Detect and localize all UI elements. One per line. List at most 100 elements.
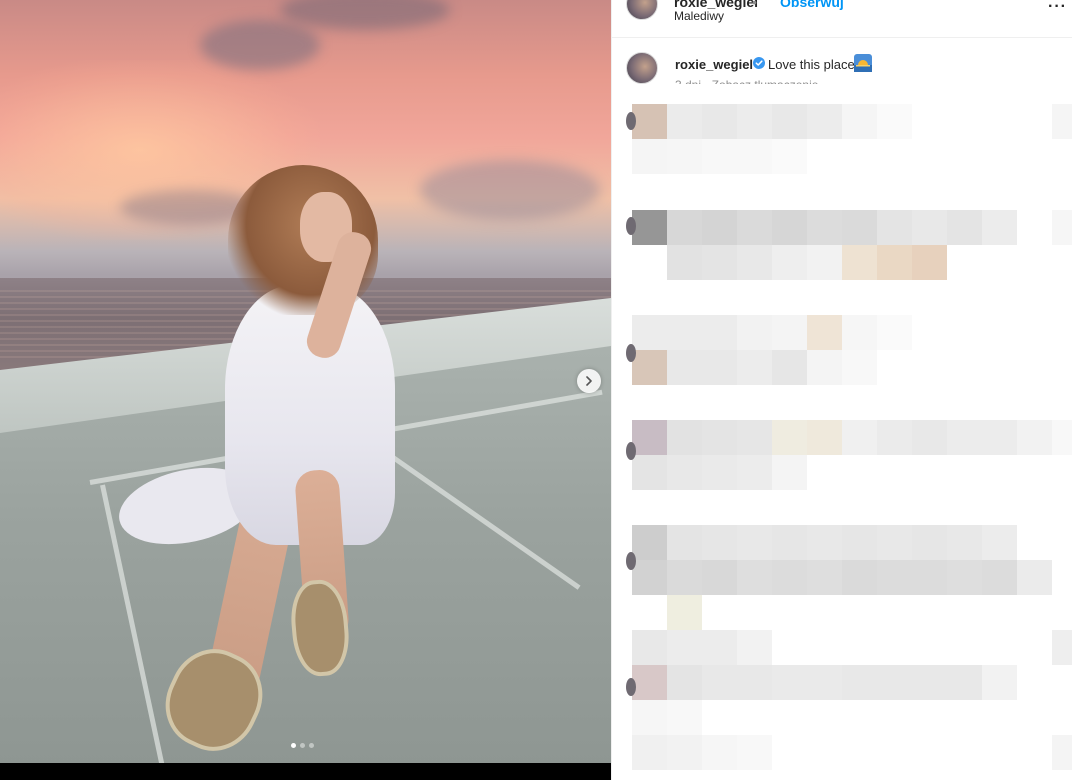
pixelated-block [842,104,877,139]
pixelated-block [667,210,702,245]
pixelated-block [737,315,772,350]
pixelated-block [632,139,667,174]
pixelated-block [702,560,737,595]
pixelated-block [702,665,737,700]
pixelated-block [632,560,667,595]
pixelated-block [1052,420,1072,455]
pixelated-block [772,525,807,560]
pixelated-block [877,104,912,139]
pixelated-block [807,665,842,700]
more-options-icon[interactable]: ··· [1048,0,1067,16]
carousel-dot-active [291,743,296,748]
pixelated-block [842,665,877,700]
pixelated-block [702,139,737,174]
pixelated-block [737,525,772,560]
pixelated-block [772,245,807,280]
pixelated-block [667,525,702,560]
pixelated-block [667,700,702,735]
pixelated-block [632,630,667,665]
pixelated-block [842,420,877,455]
pixelated-block [982,665,1017,700]
pixelated-block [807,525,842,560]
pixelated-block [842,525,877,560]
pixelated-block [667,560,702,595]
pixelated-block [667,735,702,770]
pixelated-block [982,420,1017,455]
caption-username[interactable]: roxie_wegiel [675,57,753,72]
pixelated-block [772,139,807,174]
pixelated-block [807,560,842,595]
pixelated-block [842,245,877,280]
follow-button[interactable]: Obserwuj [780,0,844,10]
pixelated-block [772,665,807,700]
pixelated-block [632,315,667,350]
pixelated-block [737,104,772,139]
post-media [0,0,611,780]
cloud [280,0,450,30]
pixelated-block [667,315,702,350]
pixelated-block [807,104,842,139]
pixelated-block [702,104,737,139]
pixelated-block [947,420,982,455]
pixelated-block [1052,104,1072,139]
pixelated-block [702,315,737,350]
pixelated-block [702,735,737,770]
pixelated-block [912,245,947,280]
pixelated-block [982,525,1017,560]
pixelated-block [947,210,982,245]
pixelated-block [737,630,772,665]
chevron-right-icon [586,376,592,386]
header-separator: • [752,0,757,10]
post-location[interactable]: Malediwy [674,9,724,23]
pixelated-block [982,560,1017,595]
pixelated-block [737,210,772,245]
pixelated-block [632,455,667,490]
pixelated-block [737,350,772,385]
pixelated-block [737,455,772,490]
pixelated-block [702,525,737,560]
pixelated-block [737,735,772,770]
caption-text: Love this place [768,57,855,72]
pixelated-block [877,560,912,595]
pixelated-block [772,560,807,595]
pixelated-block [877,245,912,280]
pixelated-block [667,139,702,174]
pixelated-block [632,525,667,560]
pixelated-block [877,315,912,350]
pixelated-block [1017,420,1052,455]
pixelated-block [772,210,807,245]
avatar-fragment [626,217,636,235]
pixelated-block [877,420,912,455]
pixelated-block [737,420,772,455]
author-avatar[interactable] [626,0,658,20]
sunset-emoji-icon [854,54,872,72]
pixelated-block [807,315,842,350]
caption-avatar[interactable] [626,52,658,84]
pixelated-block [877,665,912,700]
pixelated-block [702,420,737,455]
carousel-dots [291,743,314,748]
avatar-fragment [626,442,636,460]
post-photo[interactable] [0,0,611,763]
pixelated-block [842,560,877,595]
pixelated-block [947,665,982,700]
pixelated-block [912,210,947,245]
pixelated-block [667,245,702,280]
pixelated-block [667,630,702,665]
pixelated-block [807,350,842,385]
avatar-fragment [626,552,636,570]
verified-badge-icon [753,57,765,69]
pixelated-block [632,104,667,139]
pixelated-block [912,560,947,595]
pixelated-block [737,665,772,700]
carousel-next-button[interactable] [577,369,601,393]
pixelated-block [667,595,702,630]
pixelated-block [912,420,947,455]
pixelated-block [982,210,1017,245]
avatar-fragment [626,678,636,696]
pixelated-block [667,350,702,385]
pixelated-block [877,210,912,245]
pixelated-block [1052,210,1072,245]
pixelated-block [737,560,772,595]
pixelated-block [702,245,737,280]
